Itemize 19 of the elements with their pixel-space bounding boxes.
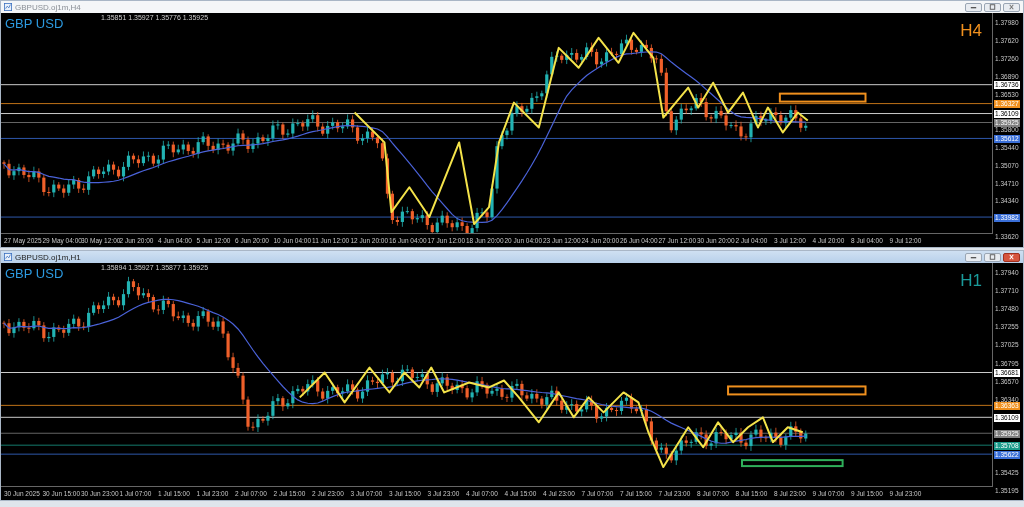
window-title: GBPUSD.oj1m,H4 — [15, 2, 81, 12]
close-icon — [1007, 4, 1016, 10]
minimize-button[interactable] — [965, 252, 982, 262]
timeframe-label: H4 — [960, 21, 982, 41]
minimize-icon — [969, 254, 978, 260]
chart-window-icon — [4, 253, 12, 261]
close-icon — [1007, 254, 1016, 260]
symbol-label: GBP USD — [5, 266, 64, 281]
close-button[interactable] — [1003, 252, 1020, 262]
maximize-icon — [988, 254, 997, 260]
minimize-icon — [969, 4, 978, 10]
close-button[interactable] — [1003, 2, 1020, 12]
maximize-button[interactable] — [984, 252, 1001, 262]
minimize-button[interactable] — [965, 2, 982, 12]
window-title: GBPUSD.oj1m,H1 — [15, 252, 81, 262]
maximize-icon — [988, 4, 997, 10]
maximize-button[interactable] — [984, 2, 1001, 12]
symbol-label: GBP USD — [5, 16, 64, 31]
timeframe-label: H1 — [960, 271, 982, 291]
